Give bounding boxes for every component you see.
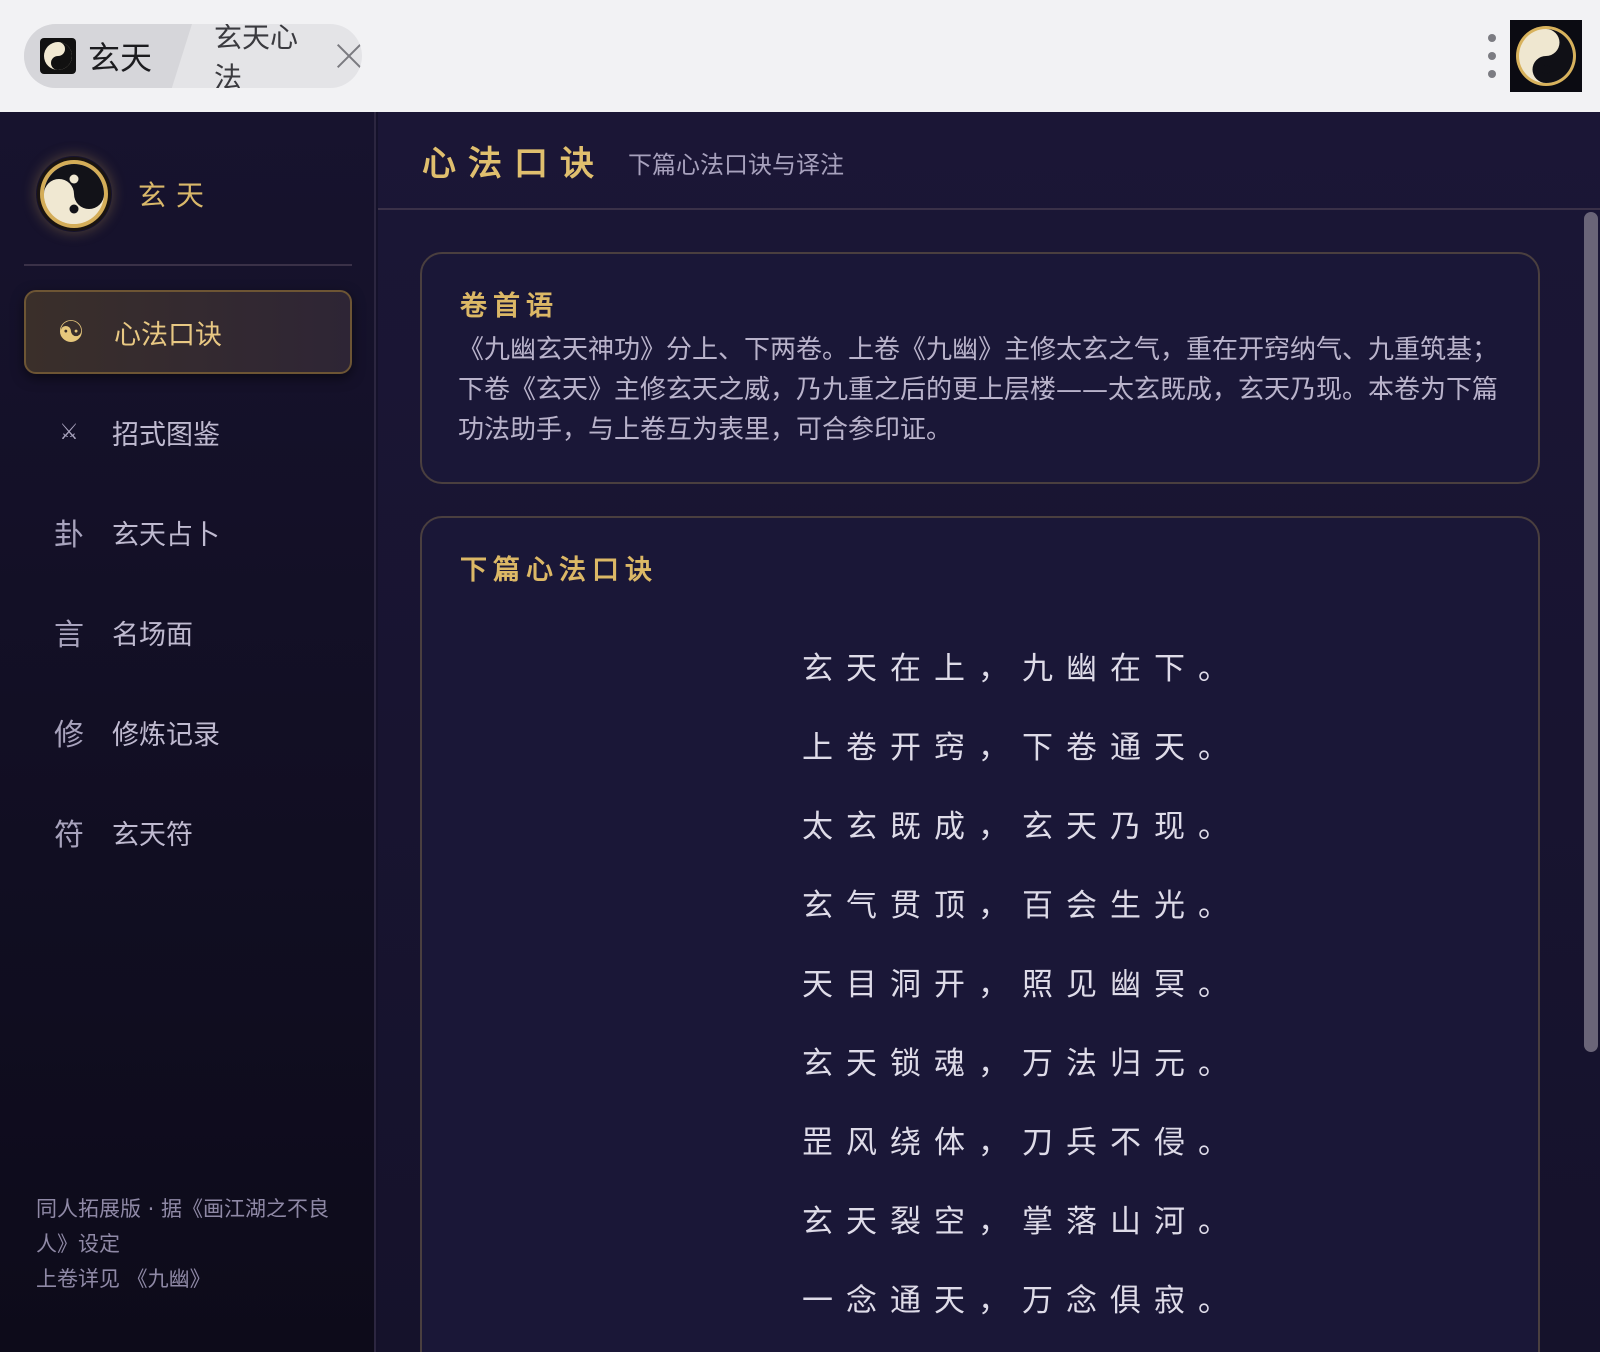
verse-line: 玄天裂空，掌落山河。 [802, 1204, 1242, 1240]
sidebar-nav: ☯ 心法口诀 ⚔ 招式图鉴 卦 玄天占卜 言 名场面 修 修炼记录 符 玄天符 [24, 290, 352, 890]
preface-card: 卷首语 《九幽玄天神功》分上、下两卷。上卷《九幽》主修太玄之气，重在开窍纳气、九… [420, 252, 1540, 484]
crossed-swords-icon: ⚔ [59, 419, 79, 445]
verse-list: 玄天在上，九幽在下。 上卷开窍，下卷通天。 太玄既成，玄天乃现。 玄气贯顶，百会… [422, 630, 1542, 1341]
sidebar-item-label: 心法口诀 [114, 319, 222, 351]
page-subtitle: 下篇心法口诀与译注 [628, 150, 844, 179]
page-tab-label: 玄天心法 [214, 24, 299, 88]
preface-title: 卷首语 [460, 291, 559, 322]
preface-text: 《九幽玄天神功》分上、下两卷。上卷《九幽》主修太玄之气，重在开窍纳气、九重筑基；… [458, 335, 1499, 445]
app-tab[interactable]: 玄天 [24, 24, 192, 88]
sidebar-item-mingchangmian[interactable]: 言 名场面 [24, 590, 352, 674]
sidebar-item-label: 修炼记录 [112, 719, 220, 751]
browser-top-bar: 玄天 玄天心法 [0, 0, 1600, 112]
app-window: 玄天 ☯ 心法口诀 ⚔ 招式图鉴 卦 玄天占卜 言 名场面 修 修炼记录 符 玄… [0, 112, 1600, 1352]
yin-yang-logo-icon [37, 157, 111, 231]
verse-line: 玄气贯顶，百会生光。 [802, 888, 1242, 924]
sidebar-item-label: 玄天符 [112, 819, 193, 851]
page-title: 心法口诀 [422, 143, 606, 184]
main-content: 心法口诀 下篇心法口诀与译注 卷首语 《九幽玄天神功》分上、下两卷。上卷《九幽》… [378, 112, 1600, 1352]
verse-line: 太玄既成，玄天乃现。 [802, 809, 1242, 845]
verse-line: 天目洞开，照见幽冥。 [802, 967, 1242, 1003]
divider [24, 264, 352, 266]
fu-glyph-icon: 符 [54, 818, 84, 853]
xiu-glyph-icon: 修 [54, 718, 84, 753]
sidebar-item-zhanbu[interactable]: 卦 玄天占卜 [24, 490, 352, 574]
tab-group: 玄天 玄天心法 [24, 24, 362, 88]
verse-title: 下篇心法口诀 [460, 555, 658, 586]
yin-yang-icon: ☯ [57, 314, 85, 350]
sidebar-footer: 同人拓展版 · 据《画江湖之不良人》设定 上卷详见 《九幽》 [36, 1192, 336, 1297]
close-icon[interactable] [335, 42, 362, 70]
verse-line: 一念通天，万念俱寂。 [802, 1283, 1242, 1319]
yin-yang-icon [1516, 26, 1576, 86]
sidebar: 玄天 ☯ 心法口诀 ⚔ 招式图鉴 卦 玄天占卜 言 名场面 修 修炼记录 符 玄… [0, 112, 376, 1352]
sidebar-item-xiulian[interactable]: 修 修炼记录 [24, 690, 352, 774]
app-tab-label: 玄天 [88, 39, 153, 77]
sidebar-item-label: 招式图鉴 [112, 419, 220, 451]
sidebar-item-label: 玄天占卜 [112, 519, 220, 551]
verse-line: 玄天在上，九幽在下。 [802, 651, 1242, 687]
scrollbar[interactable] [1584, 212, 1598, 1052]
verse-card: 下篇心法口诀 玄天在上，九幽在下。 上卷开窍，下卷通天。 太玄既成，玄天乃现。 … [420, 516, 1540, 1352]
footer-credit: 同人拓展版 · 据《画江湖之不良人》设定 [36, 1197, 330, 1256]
footer-link[interactable]: 上卷详见 《九幽》 [36, 1262, 336, 1297]
verse-line: 罡风绕体，刀兵不侵。 [802, 1125, 1242, 1161]
sidebar-item-zhaoshi[interactable]: ⚔ 招式图鉴 [24, 390, 352, 474]
verse-line: 上卷开窍，下卷通天。 [802, 730, 1242, 766]
sidebar-item-label: 名场面 [112, 619, 193, 651]
gua-glyph-icon: 卦 [54, 518, 84, 553]
sidebar-item-xuantianfu[interactable]: 符 玄天符 [24, 790, 352, 874]
more-menu-icon[interactable] [1486, 34, 1498, 78]
page-header: 心法口诀 下篇心法口诀与译注 [378, 112, 1600, 210]
page-tab[interactable]: 玄天心法 [192, 24, 362, 88]
avatar[interactable] [1510, 20, 1582, 92]
yan-glyph-icon: 言 [54, 618, 84, 653]
verse-line: 玄天锁魂，万法归元。 [802, 1046, 1242, 1082]
yin-yang-app-icon [40, 38, 76, 74]
sidebar-item-xinfa[interactable]: ☯ 心法口诀 [24, 290, 352, 374]
brand[interactable]: 玄天 [36, 154, 214, 234]
brand-name: 玄天 [138, 179, 215, 212]
